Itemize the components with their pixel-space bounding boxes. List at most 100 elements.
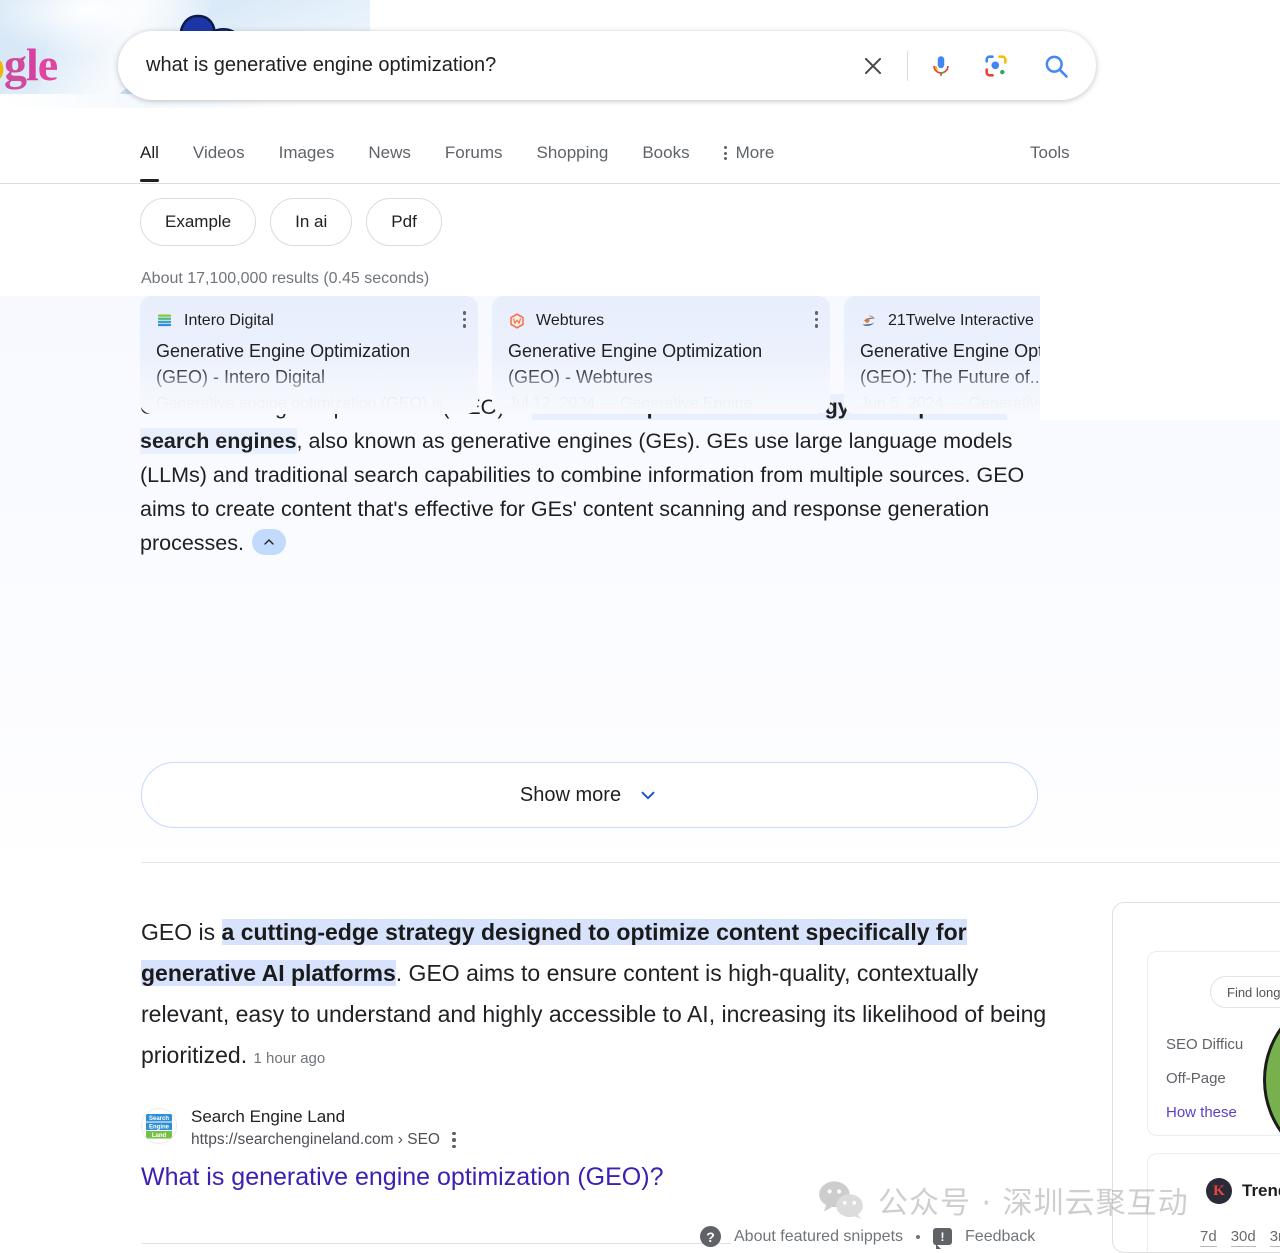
card-header: Intero Digital [156, 310, 462, 332]
search-bar[interactable] [118, 31, 1096, 100]
search-results-page: ogle [0, 0, 1280, 1253]
trend-period-selector: 7d 30d 3mo 12 [1200, 1228, 1280, 1247]
card-title: Generative Engine Optimization (GEO) - I… [156, 338, 462, 390]
chip-pdf[interactable]: Pdf [366, 198, 442, 246]
period-30d[interactable]: 30d [1230, 1228, 1256, 1247]
microphone-icon[interactable] [920, 44, 962, 88]
help-icon: ? [700, 1226, 721, 1247]
trend-data-card: K Trend D 7d 30d 3mo 12 [1147, 1153, 1280, 1252]
tab-images[interactable]: Images [279, 124, 335, 182]
off-page-label: Off-Page [1166, 1070, 1226, 1087]
cards-clip-mask [1040, 290, 1280, 420]
snippet-part1: GEO is [141, 919, 222, 945]
search-icon[interactable] [1032, 44, 1080, 88]
21twelve-favicon [862, 315, 875, 326]
card-title-bold: Generative Engine Optimization [508, 341, 763, 361]
chip-in-ai[interactable]: In ai [270, 198, 353, 246]
about-featured-snippets-link[interactable]: About featured snippets [734, 1228, 903, 1246]
tab-news[interactable]: News [368, 124, 411, 182]
seo-difficulty-label: SEO Difficu [1166, 1036, 1244, 1053]
chevron-down-icon [641, 791, 655, 800]
tab-videos[interactable]: Videos [193, 124, 245, 182]
more-label: More [735, 143, 775, 162]
source-card[interactable]: Intero Digital Generative Engine Optimiz… [140, 296, 478, 414]
nav-tabs: All Videos Images News Forums Shopping B… [140, 124, 808, 182]
how-these-link[interactable]: How these [1166, 1104, 1237, 1121]
webtures-favicon [510, 313, 524, 329]
snippet-divider [141, 1243, 731, 1244]
snippet-footer: ? About featured snippets ! Feedback [700, 1226, 1035, 1249]
search-nav: All Videos Images News Forums Shopping B… [0, 124, 1280, 184]
show-more-label: Show more [519, 783, 622, 806]
intero-digital-favicon [158, 314, 171, 327]
right-side-panel: Find long-t SEO Difficu Off-Page How the… [1112, 902, 1280, 1253]
card-title-bold: Generative Engine Optimization [156, 341, 411, 361]
result-site-name: Search Engine Land [191, 1107, 346, 1126]
result-title-link[interactable]: What is generative engine optimization (… [141, 1160, 901, 1194]
card-menu-icon[interactable] [814, 311, 818, 328]
tools-button[interactable]: Tools [1030, 124, 1070, 182]
logo-letter-l: l [26, 39, 39, 90]
result-stats: About 17,100,000 results (0.45 seconds) [141, 270, 430, 287]
card-snippet: Generative engine optimization (GEO) is … [156, 395, 444, 412]
logo-letter-g: g [4, 39, 27, 90]
card-title: Generative Engine Optimization (GEO) - W… [508, 338, 814, 390]
tab-books[interactable]: Books [642, 124, 689, 182]
featured-snippet: GEO is a cutting-edge strategy designed … [141, 912, 1061, 1079]
logo-letter-e: e [37, 39, 58, 90]
find-long-tail-pill[interactable]: Find long-t [1210, 976, 1280, 1008]
card-title-rest: (GEO) - Webtures [508, 367, 653, 387]
tab-all[interactable]: All [140, 124, 159, 182]
result-meta: Search Engine Land https://searchenginel… [191, 1105, 456, 1151]
google-wordmark: ogle [0, 39, 58, 90]
period-7d[interactable]: 7d [1200, 1228, 1217, 1247]
result-menu-icon[interactable] [452, 1131, 456, 1149]
chip-example[interactable]: Example [140, 198, 257, 246]
search-result: Search Engine Land Search Engine Land ht… [141, 1105, 901, 1194]
show-more-button[interactable]: Show more [141, 762, 1038, 828]
svg-text:Search: Search [149, 1116, 169, 1122]
close-icon[interactable] [851, 44, 895, 88]
card-source-name: Intero Digital [184, 312, 274, 329]
separator-dot [916, 1234, 921, 1239]
svg-text:Engine: Engine [149, 1125, 170, 1131]
svg-text:Land: Land [152, 1133, 167, 1139]
ai-overview-source-cards: Intero Digital Generative Engine Optimiz… [140, 296, 1045, 414]
card-source-name: 21Twelve Interactive [888, 312, 1034, 329]
tab-shopping[interactable]: Shopping [536, 124, 608, 182]
card-title-rest: (GEO): The Future of... [860, 367, 1045, 387]
source-card[interactable]: 21Twelve Interactive Generative Engine O… [844, 296, 1045, 414]
chevron-up-icon[interactable] [251, 529, 286, 556]
filter-chips: Example In ai Pdf [140, 198, 442, 246]
card-menu-icon[interactable] [462, 311, 466, 328]
keyword-tool-logo-icon: K [1206, 1178, 1232, 1204]
search-divider [907, 50, 908, 81]
section-divider [141, 862, 1280, 863]
period-3mo[interactable]: 3mo [1269, 1228, 1280, 1247]
kebab-menu-icon [723, 146, 727, 160]
search-engine-land-favicon: Search Engine Land [141, 1108, 177, 1144]
card-title: Generative Engine Optimization (GEO): Th… [860, 338, 1045, 390]
result-header: Search Engine Land Search Engine Land ht… [141, 1105, 901, 1151]
feedback-link[interactable]: Feedback [965, 1228, 1035, 1246]
result-url: https://searchengineland.com › SEO [191, 1131, 440, 1148]
card-snippet: Jul 12, 2024 — Generative Engine Optimiz… [508, 395, 753, 412]
ai-overview-text: Generative engine optimization (GEO) is … [140, 390, 1040, 560]
card-snippet: Jun 5, 2024 — Generative Engine Optimiza… [860, 395, 1045, 412]
card-title-rest: (GEO) - Intero Digital [156, 367, 326, 387]
tab-more[interactable]: More [723, 124, 775, 182]
card-header: Webtures [508, 310, 814, 332]
tab-forums[interactable]: Forums [445, 124, 503, 182]
search-input[interactable] [118, 54, 851, 77]
trend-title: Trend D [1242, 1181, 1280, 1200]
feedback-icon: ! [933, 1228, 953, 1249]
google-lens-icon[interactable] [974, 44, 1018, 88]
snippet-timestamp: 1 hour ago [253, 1050, 326, 1067]
card-header: 21Twelve Interactive [860, 310, 1045, 332]
score-circle [1263, 990, 1280, 1135]
card-source-name: Webtures [536, 312, 605, 329]
card-title-bold: Generative Engine Optimization [860, 341, 1045, 361]
source-card[interactable]: Webtures Generative Engine Optimization … [492, 296, 830, 414]
trend-header: K Trend D [1206, 1178, 1280, 1204]
seo-metrics-card: Find long-t SEO Difficu Off-Page How the… [1147, 951, 1280, 1136]
